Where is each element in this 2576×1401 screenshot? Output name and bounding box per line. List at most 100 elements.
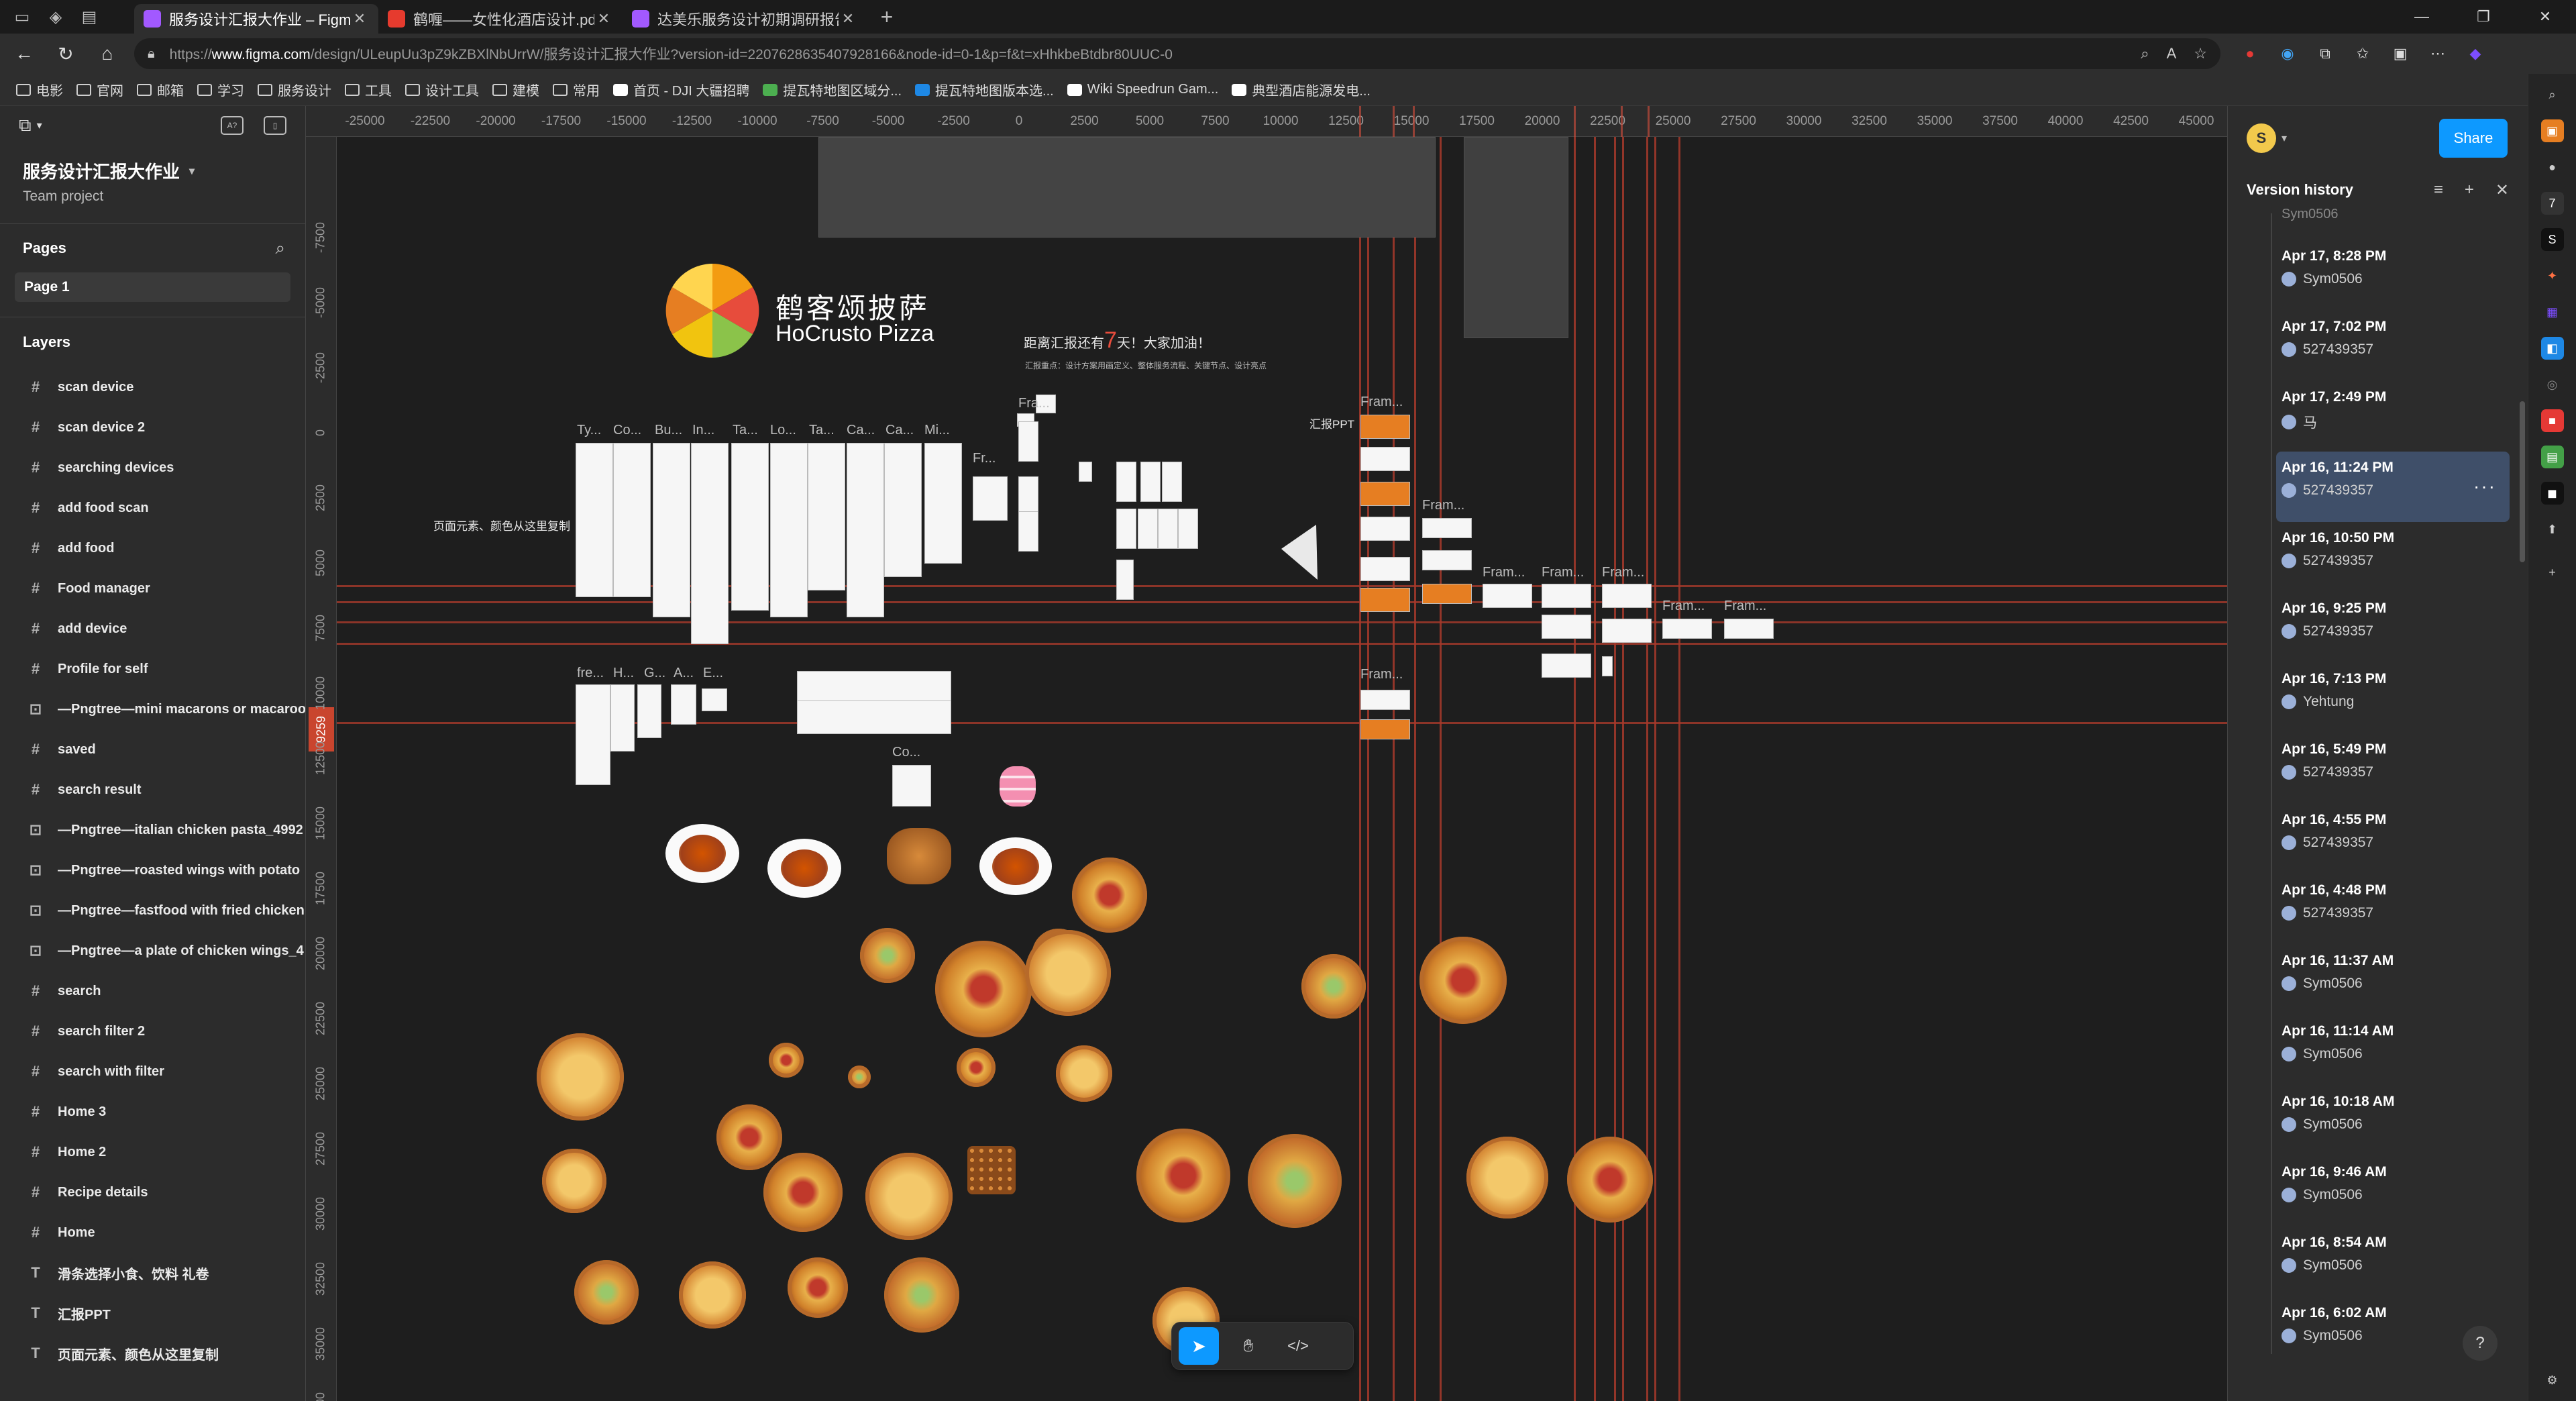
version-item[interactable]: Apr 17, 8:28 PM Sym0506 xyxy=(2282,240,2510,311)
frame-label[interactable]: Fram... xyxy=(1602,565,1644,580)
pin-icon[interactable]: ⬆ xyxy=(2541,518,2564,541)
frame-thumbnail[interactable] xyxy=(797,701,951,734)
scrollbar[interactable] xyxy=(2520,401,2525,562)
new-tab-button[interactable]: + xyxy=(872,2,902,32)
layer-item[interactable]: # searching devices xyxy=(0,448,305,488)
bookmark-item[interactable]: Wiki Speedrun Gam... xyxy=(1061,76,1226,103)
frame-label[interactable]: Fram... xyxy=(1422,498,1464,513)
frame-thumbnail[interactable] xyxy=(637,684,661,738)
more-options-icon[interactable]: ··· xyxy=(2473,476,2496,497)
frame-thumbnail[interactable] xyxy=(1140,462,1161,502)
frame-thumbnail[interactable] xyxy=(1116,509,1136,549)
food-plate-image[interactable] xyxy=(979,837,1052,896)
frame-thumbnail[interactable] xyxy=(1018,421,1038,462)
pizza-image[interactable] xyxy=(1419,937,1507,1024)
bookmark-item[interactable]: 提瓦特地图版本选... xyxy=(908,76,1061,103)
apple-icon[interactable]: ● xyxy=(2541,156,2564,178)
refresh-icon[interactable]: ↻ xyxy=(48,36,83,71)
read-aloud-icon[interactable]: A xyxy=(2167,45,2177,62)
vertical-guide[interactable] xyxy=(1678,137,1680,1401)
layer-item[interactable]: ⊡ —Pngtree—mini macarons or macaroo xyxy=(0,689,305,729)
tab-close-icon[interactable]: ✕ xyxy=(350,10,369,28)
tab-close-icon[interactable]: ✕ xyxy=(594,10,613,28)
favorites-icon[interactable]: ✩ xyxy=(2351,42,2375,66)
office-icon[interactable]: ▤ xyxy=(2540,446,2564,468)
bookmark-item[interactable]: 学习 xyxy=(191,76,251,103)
frame-thumbnail[interactable] xyxy=(1422,584,1472,604)
food-plate-image[interactable] xyxy=(665,824,739,883)
frame-thumbnail[interactable] xyxy=(613,443,651,597)
layer-item[interactable]: ⊡ —Pngtree—a plate of chicken wings_4 xyxy=(0,931,305,971)
blue-app-icon[interactable]: ◧ xyxy=(2540,337,2564,360)
frame-label[interactable]: Fram... xyxy=(1542,565,1584,580)
settings-icon[interactable]: ⚙ xyxy=(2541,1369,2564,1392)
ai-icon[interactable]: A? xyxy=(221,116,244,135)
pizza-image[interactable] xyxy=(848,1066,871,1088)
collections-icon[interactable]: ▣ xyxy=(2388,42,2412,66)
version-item[interactable]: Apr 16, 4:55 PM 527439357 xyxy=(2282,804,2510,874)
version-item[interactable]: Apr 16, 5:49 PM 527439357 xyxy=(2282,733,2510,804)
app-tile-icon[interactable]: 7 xyxy=(2540,192,2564,215)
version-item[interactable]: Apr 17, 2:49 PM 马 xyxy=(2282,381,2510,452)
frame-thumbnail[interactable] xyxy=(1662,619,1712,639)
vertical-guide[interactable] xyxy=(1440,137,1442,1401)
pizza-image[interactable] xyxy=(884,1257,959,1333)
frame-label[interactable]: Co... xyxy=(613,423,641,438)
frame-thumbnail[interactable] xyxy=(1542,654,1591,678)
version-item[interactable]: Apr 16, 9:46 AM Sym0506 xyxy=(2282,1156,2510,1227)
layer-item[interactable]: # Home 3 xyxy=(0,1092,305,1132)
bookmark-item[interactable]: 提瓦特地图区域分... xyxy=(756,76,908,103)
restore-button[interactable]: ❐ xyxy=(2453,0,2514,34)
close-window-button[interactable]: ✕ xyxy=(2514,0,2576,34)
red-app-icon[interactable]: ■ xyxy=(2540,409,2564,432)
zoom-icon[interactable]: ⌕ xyxy=(2141,45,2149,62)
bookmark-item[interactable]: 首页 - DJI 大疆招聘 xyxy=(606,76,756,103)
frame-label[interactable]: Fram... xyxy=(1360,667,1403,682)
frame-label[interactable]: G... xyxy=(644,666,665,681)
layer-item[interactable]: # Home 2 xyxy=(0,1132,305,1172)
copilot-icon[interactable]: ◆ xyxy=(2463,42,2487,66)
frame-label[interactable]: Fram... xyxy=(1724,599,1766,614)
favorite-star-icon[interactable]: ☆ xyxy=(2194,45,2207,62)
frame-label[interactable]: fre... xyxy=(577,666,604,681)
bookmark-item[interactable]: 服务设计 xyxy=(251,76,338,103)
version-item[interactable]: Apr 16, 8:54 AM Sym0506 xyxy=(2282,1227,2510,1297)
home-icon[interactable]: ⌂ xyxy=(90,36,125,71)
pizza-image[interactable] xyxy=(574,1260,639,1325)
pizza-image[interactable] xyxy=(1056,1045,1112,1102)
frame-label[interactable]: Ta... xyxy=(809,423,835,438)
close-icon[interactable]: ✕ xyxy=(2496,180,2509,200)
address-bar[interactable]: 🔒︎ https://www.figma.com/design/ULeupUu3… xyxy=(134,38,2220,69)
share-button[interactable]: Share xyxy=(2439,119,2508,158)
frame-thumbnail[interactable] xyxy=(1602,619,1652,643)
version-item[interactable]: Apr 16, 11:14 AM Sym0506 xyxy=(2282,1015,2510,1086)
frame-thumbnail[interactable] xyxy=(770,443,808,617)
browser-tab[interactable]: 鹤喱——女性化酒店设计.pdf ✕ xyxy=(378,4,623,34)
layer-item[interactable]: ⊡ —Pngtree—fastfood with fried chicken xyxy=(0,890,305,931)
version-item[interactable]: Apr 16, 10:50 PM 527439357 xyxy=(2282,522,2510,592)
pizza-image[interactable] xyxy=(788,1257,848,1318)
bookmark-item[interactable]: 常用 xyxy=(546,76,606,103)
pizza-image[interactable] xyxy=(679,1261,746,1329)
layer-item[interactable]: # saved xyxy=(0,729,305,770)
frame-thumbnail[interactable] xyxy=(1602,584,1652,608)
pizza-slice-shape[interactable] xyxy=(1281,525,1324,580)
layer-item[interactable]: # add food xyxy=(0,528,305,568)
frame-thumbnail[interactable] xyxy=(1360,415,1410,439)
workspaces-icon[interactable]: ◈ xyxy=(42,3,70,30)
layer-item[interactable]: # search xyxy=(0,971,305,1011)
pizza-image[interactable] xyxy=(1025,930,1111,1016)
layer-item[interactable]: # add food scan xyxy=(0,488,305,528)
frame-label[interactable]: In... xyxy=(692,423,714,438)
bookmark-item[interactable]: 设计工具 xyxy=(398,76,486,103)
layer-item[interactable]: # add device xyxy=(0,609,305,649)
layer-item[interactable]: # Food manager xyxy=(0,568,305,609)
bookmark-item[interactable]: 建模 xyxy=(486,76,546,103)
profile-icon[interactable]: ▭ xyxy=(8,3,36,30)
vertical-guide[interactable] xyxy=(1367,137,1369,1401)
frame-label[interactable]: Ca... xyxy=(847,423,875,438)
layer-item[interactable]: # search filter 2 xyxy=(0,1011,305,1051)
pizza-image[interactable] xyxy=(860,928,915,983)
frame-thumbnail[interactable] xyxy=(1542,615,1591,639)
frame-thumbnail[interactable] xyxy=(1724,619,1774,639)
